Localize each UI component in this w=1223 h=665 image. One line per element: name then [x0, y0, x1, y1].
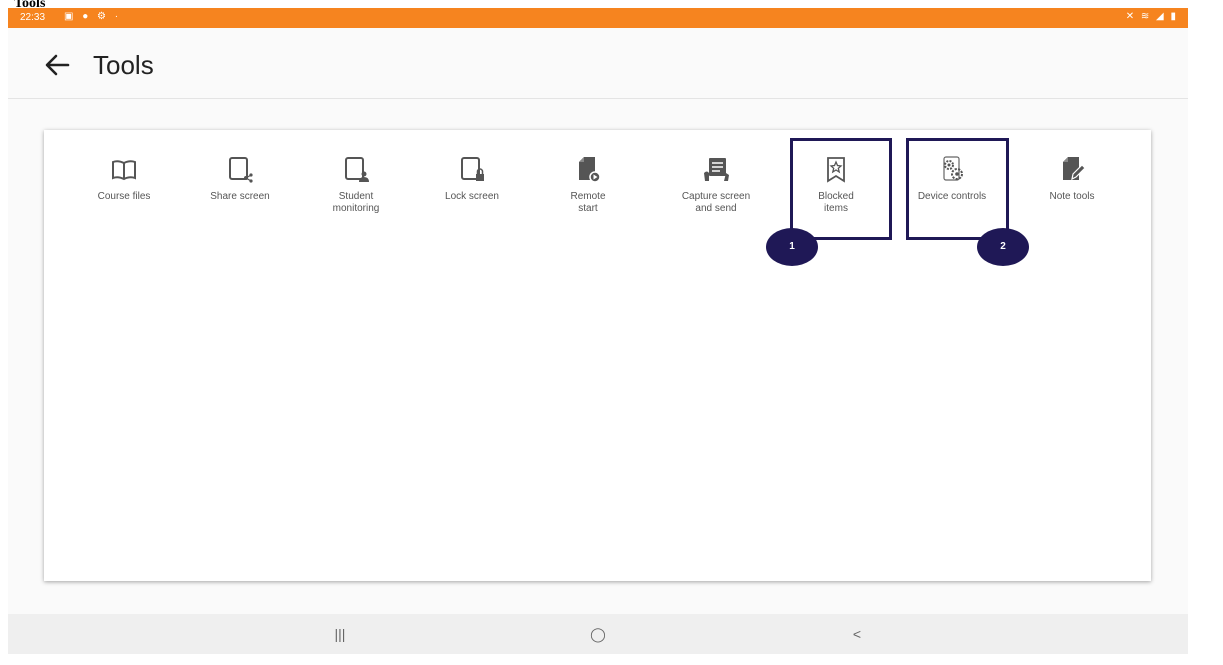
tool-course-files[interactable]: Course files	[74, 155, 174, 203]
status-system-icons: ✕ ≋ ◢ ▮	[1125, 11, 1178, 22]
tool-label: Student monitoring	[332, 191, 380, 214]
app-bar: Tools	[8, 28, 1188, 99]
status-notification-icons: ▣ ● ⚙ ·	[64, 11, 122, 22]
callout-badge-1: 1	[766, 228, 818, 266]
tools-panel: Course files Share screen Student monito…	[44, 130, 1151, 581]
book-icon	[112, 160, 136, 181]
tool-label: Lock screen	[445, 191, 499, 202]
tablet-lock-icon	[461, 157, 484, 181]
tool-lock-screen[interactable]: Lock screen	[422, 155, 522, 203]
tool-student-monitoring[interactable]: Student monitoring	[306, 155, 406, 215]
system-nav-bar: ||| ◯ <	[8, 614, 1188, 654]
tool-remote-start[interactable]: Remote start	[538, 155, 638, 215]
tool-share-screen[interactable]: Share screen	[190, 155, 290, 203]
tool-capture-screen-and-send[interactable]: Capture screen and send	[666, 155, 766, 215]
tablet-person-icon	[345, 157, 369, 182]
note-edit-icon	[1063, 157, 1085, 181]
home-button[interactable]: ◯	[578, 622, 618, 646]
file-play-icon	[579, 157, 601, 183]
tablet-share-icon	[229, 157, 253, 183]
status-time: 22:33	[20, 12, 46, 23]
page-title: Tools	[93, 50, 154, 80]
highlight-box-device-controls	[906, 138, 1009, 240]
back-button[interactable]	[40, 48, 74, 82]
tool-label: Capture screen and send	[681, 191, 751, 214]
tool-label: Share screen	[210, 191, 270, 202]
status-bar: 22:33 ▣ ● ⚙ · ✕ ≋ ◢ ▮	[8, 8, 1188, 28]
tool-label: Course files	[97, 191, 151, 202]
recent-apps-button[interactable]: |||	[320, 622, 360, 646]
tool-label: Note tools	[1049, 191, 1095, 202]
tool-label: Remote start	[570, 191, 606, 214]
callout-badge-2: 2	[977, 228, 1029, 266]
nav-back-button[interactable]: <	[837, 622, 877, 646]
tablet-screen: 22:33 ▣ ● ⚙ · ✕ ≋ ◢ ▮ Tools Course files	[8, 8, 1188, 654]
tool-note-tools[interactable]: Note tools	[1022, 155, 1122, 203]
arrow-left-icon	[45, 54, 70, 76]
capture-screen-icon	[704, 158, 729, 181]
highlight-box-blocked-items	[790, 138, 892, 240]
